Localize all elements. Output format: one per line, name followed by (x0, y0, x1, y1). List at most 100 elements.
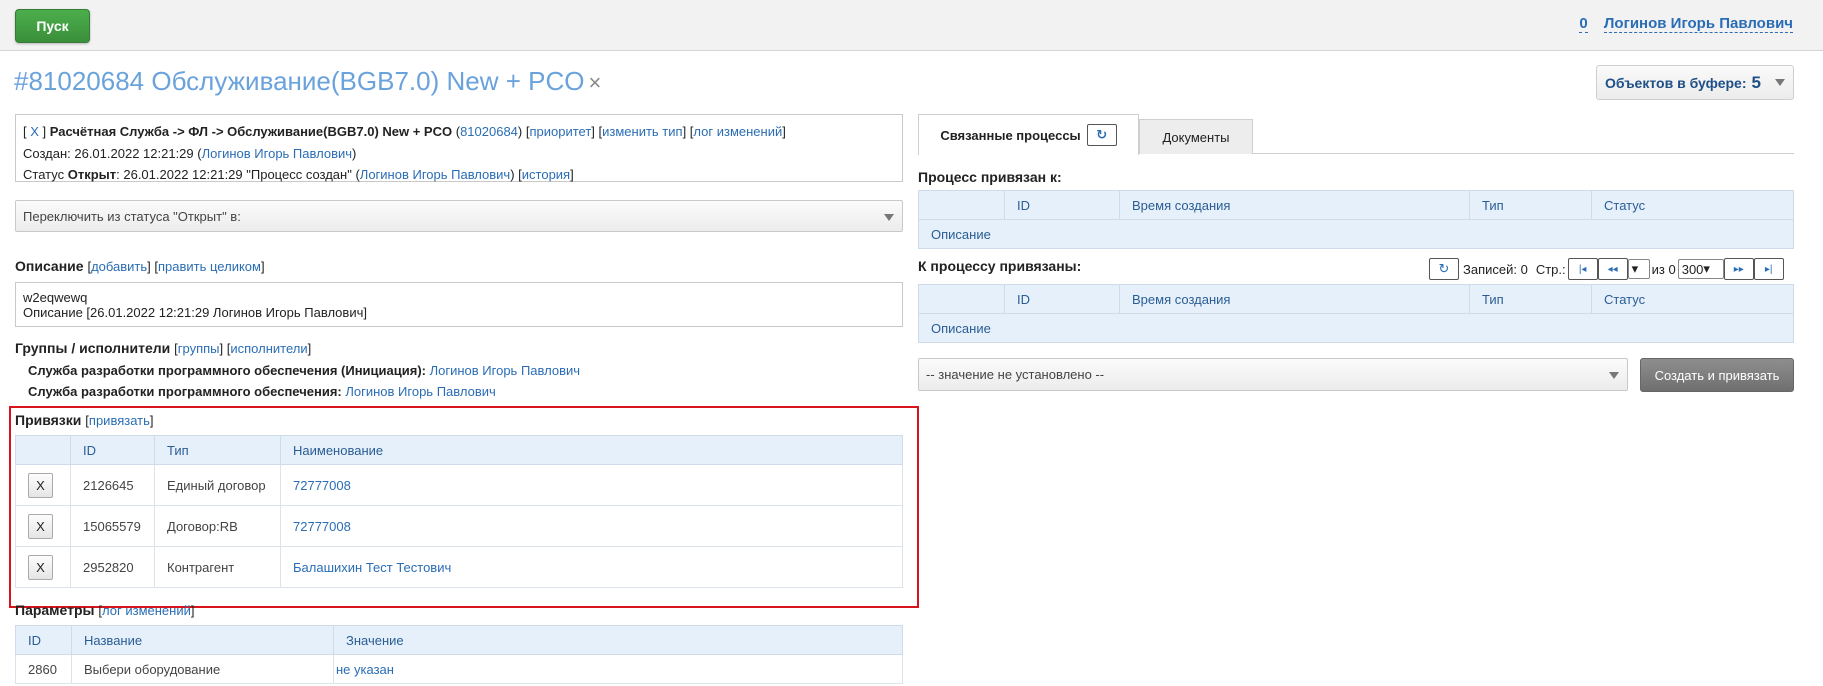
groups-title: Группы / исполнители (15, 340, 171, 356)
table-row: 2860 Выбери оборудование не указан (15, 654, 903, 684)
column-header: Название (71, 625, 334, 655)
remove-link-button[interactable]: X (28, 554, 53, 580)
description-title: Описание (15, 258, 84, 274)
description-meta: Описание [26.01.2022 12:21:29 Логинов Иг… (23, 305, 367, 320)
table-header-row: ID Название Значение (15, 625, 903, 655)
status-user-link[interactable]: Логинов Игорь Павлович (360, 167, 510, 182)
link-type: Контрагент (154, 546, 281, 588)
first-page-icon[interactable]: |◂ (1567, 258, 1598, 280)
created-user-link[interactable]: Логинов Игорь Павлович (202, 146, 352, 161)
column-header: Статус (1591, 190, 1794, 220)
groups-link[interactable]: группы (178, 341, 220, 356)
refresh-icon[interactable]: ↻ (1429, 258, 1459, 280)
column-header: ID (1004, 284, 1120, 314)
column-header: Значение (333, 625, 903, 655)
column-header: Описание (918, 219, 1794, 249)
status-switch-placeholder: Переключить из статуса "Открыт" в: (23, 208, 241, 224)
link-type: Единый договор (154, 464, 281, 506)
group-user-link[interactable]: Логинов Игорь Павлович (345, 384, 495, 399)
status-value: Открыт (67, 167, 117, 182)
top-bar: Пуск 0 Логинов Игорь Павлович (0, 0, 1823, 51)
group-name: Служба разработки программного обеспечен… (28, 384, 342, 399)
notification-counter[interactable]: 0 (1579, 15, 1588, 33)
bind-link[interactable]: привязать (89, 413, 150, 428)
executors-link[interactable]: исполнители (230, 341, 307, 356)
table-header-row: Описание (918, 219, 1794, 249)
page-title-text: #81020684 Обслуживание(BGB7.0) New + PCO (14, 66, 585, 96)
last-page-icon[interactable]: ▸| (1753, 258, 1784, 280)
description-heading: Описание [добавить] [править целиком] (15, 258, 265, 274)
column-header: Время создания (1119, 190, 1470, 220)
group-user-link[interactable]: Логинов Игорь Павлович (430, 363, 580, 378)
params-log-link[interactable]: лог изменений (102, 603, 191, 618)
info-line-created: Создан: 26.01.2022 12:21:29 (Логинов Иго… (23, 145, 357, 161)
page-select[interactable]: ▾ (1627, 259, 1650, 279)
tab-related-label: Связанные процессы (940, 127, 1081, 143)
current-user-link[interactable]: Логинов Игорь Павлович (1603, 15, 1793, 33)
change-type-link[interactable]: изменить тип (602, 124, 682, 139)
linked-to-table: ID Время создания Тип Статус Описание (918, 190, 1794, 249)
change-log-link[interactable]: лог изменений (693, 124, 782, 139)
column-header: ID (1004, 190, 1120, 220)
remove-link-button[interactable]: X (28, 513, 53, 539)
column-header: ID (70, 435, 155, 465)
process-select-placeholder: -- значение не установлено -- (926, 367, 1105, 382)
prev-page-icon[interactable]: ◂◂ (1597, 258, 1628, 280)
status-text: : 26.01.2022 12:21:29 "Процесс создан" ( (116, 167, 360, 182)
linked-from-table: ID Время создания Тип Статус Описание (918, 284, 1794, 343)
process-path: Расчётная Служба -> ФЛ -> Обслуживание(B… (49, 124, 453, 139)
column-header (15, 435, 71, 465)
column-header (918, 190, 1005, 220)
column-header: Наименование (280, 435, 903, 465)
close-process-link[interactable]: X (30, 124, 39, 139)
user-area: 0 Логинов Игорь Павлович (1579, 15, 1793, 33)
buffer-dropdown[interactable]: Объектов в буфере: 5 (1596, 65, 1794, 100)
tab-documents-label: Документы (1162, 129, 1230, 145)
close-icon[interactable]: × (588, 70, 601, 95)
page-size-select[interactable]: 300 ▾ (1677, 259, 1724, 279)
info-line-path: [ X ] Расчётная Служба -> ФЛ -> Обслужив… (23, 124, 786, 139)
process-id-link[interactable]: 81020684 (460, 124, 518, 139)
chevron-down-icon (884, 214, 894, 221)
link-name[interactable]: Балашихин Тест Тестович (293, 560, 451, 575)
table-header-row: ID Время создания Тип Статус (918, 190, 1794, 220)
remove-link-button[interactable]: X (28, 472, 53, 498)
column-header: Тип (1469, 190, 1592, 220)
params-table: ID Название Значение 2860 Выбери оборудо… (15, 625, 903, 684)
records-count: Записей: 0 (1463, 261, 1528, 277)
tab-documents[interactable]: Документы (1139, 119, 1253, 154)
link-id: 2952820 (70, 546, 155, 588)
link-name[interactable]: 72777008 (293, 478, 351, 493)
column-header: Тип (1469, 284, 1592, 314)
process-select[interactable]: -- значение не установлено -- (918, 358, 1628, 391)
param-id: 2860 (15, 654, 72, 684)
next-page-icon[interactable]: ▸▸ (1723, 258, 1754, 280)
create-and-bind-button[interactable]: Создать и привязать (1640, 358, 1794, 392)
history-link[interactable]: история (522, 167, 570, 182)
params-heading: Параметры [лог изменений] (15, 602, 195, 618)
param-value-link[interactable]: не указан (336, 662, 394, 677)
start-button[interactable]: Пуск (15, 9, 90, 43)
groups-heading: Группы / исполнители [группы] [исполните… (15, 340, 312, 356)
page-title: #81020684 Обслуживание(BGB7.0) New + PCO… (14, 66, 601, 97)
links-title: Привязки (15, 412, 82, 428)
chevron-down-icon (1775, 79, 1785, 86)
status-switch-select[interactable]: Переключить из статуса "Открыт" в: (15, 200, 903, 232)
column-header: Статус (1591, 284, 1794, 314)
link-name[interactable]: 72777008 (293, 519, 351, 534)
tab-related-processes[interactable]: Связанные процессы ↻ (918, 114, 1139, 155)
add-description-link[interactable]: добавить (91, 259, 147, 274)
refresh-icon[interactable]: ↻ (1086, 124, 1117, 146)
edit-description-link[interactable]: править целиком (158, 259, 261, 274)
link-type: Договор:RB (154, 505, 281, 547)
process-info-box: [ X ] Расчётная Служба -> ФЛ -> Обслужив… (15, 114, 903, 182)
pager: ↻ Записей: 0 Стр.: |◂ ◂◂ ▾ из 0 300 ▾ ▸▸ … (1429, 257, 1784, 281)
column-header (918, 284, 1005, 314)
priority-link[interactable]: приоритет (529, 124, 591, 139)
right-tabs: Связанные процессы ↻ Документы (918, 114, 1794, 155)
column-header: Тип (154, 435, 281, 465)
status-label: Статус (23, 167, 65, 182)
link-id: 15065579 (70, 505, 155, 547)
table-header-row: ID Тип Наименование (15, 435, 903, 465)
table-row: X 2952820 Контрагент Балашихин Тест Тест… (15, 546, 903, 588)
